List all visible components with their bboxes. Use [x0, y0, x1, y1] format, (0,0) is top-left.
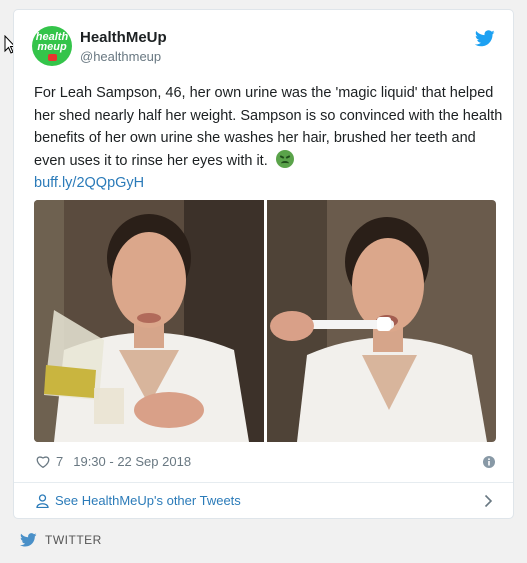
photo-brushing[interactable]: [266, 200, 497, 442]
chevron-right-icon[interactable]: [484, 494, 493, 508]
embedded-tweet-card: health meup HealthMeUp @healthmeup For L…: [13, 9, 514, 519]
user-icon: [36, 493, 49, 508]
tweet-media[interactable]: [34, 200, 496, 442]
author-name[interactable]: HealthMeUp: [80, 29, 167, 46]
timestamp[interactable]: 19:30 - 22 Sep 2018: [73, 454, 191, 469]
author-handle[interactable]: @healthmeup: [80, 49, 161, 64]
embed-footer: TWITTER: [20, 533, 102, 547]
twitter-bird-icon: [20, 533, 37, 547]
avatar[interactable]: health meup: [32, 26, 72, 66]
photo-drinking[interactable]: [34, 200, 264, 442]
avatar-logo-mark: [47, 53, 57, 61]
avatar-logo-bottom: meup: [37, 40, 67, 53]
tweet-meta: 7 19:30 - 22 Sep 2018: [36, 454, 191, 469]
other-tweets-link[interactable]: See HealthMeUp's other Tweets: [36, 493, 241, 508]
like-count[interactable]: 7: [56, 454, 63, 469]
tweet-body: For Leah Sampson, 46, her own urine was …: [34, 85, 503, 169]
tweet-link[interactable]: buff.ly/2QQpGyH: [34, 175, 144, 191]
footer-label: TWITTER: [45, 533, 102, 547]
twitter-bird-icon[interactable]: [475, 30, 495, 47]
tweet-text: For Leah Sampson, 46, her own urine was …: [34, 82, 504, 195]
avatar-logo-top: health: [35, 30, 69, 43]
heart-icon[interactable]: [36, 455, 50, 468]
other-tweets-label[interactable]: See HealthMeUp's other Tweets: [55, 493, 241, 508]
nauseated-face-icon: [275, 149, 294, 168]
info-icon[interactable]: [483, 456, 495, 468]
divider: [14, 482, 513, 483]
